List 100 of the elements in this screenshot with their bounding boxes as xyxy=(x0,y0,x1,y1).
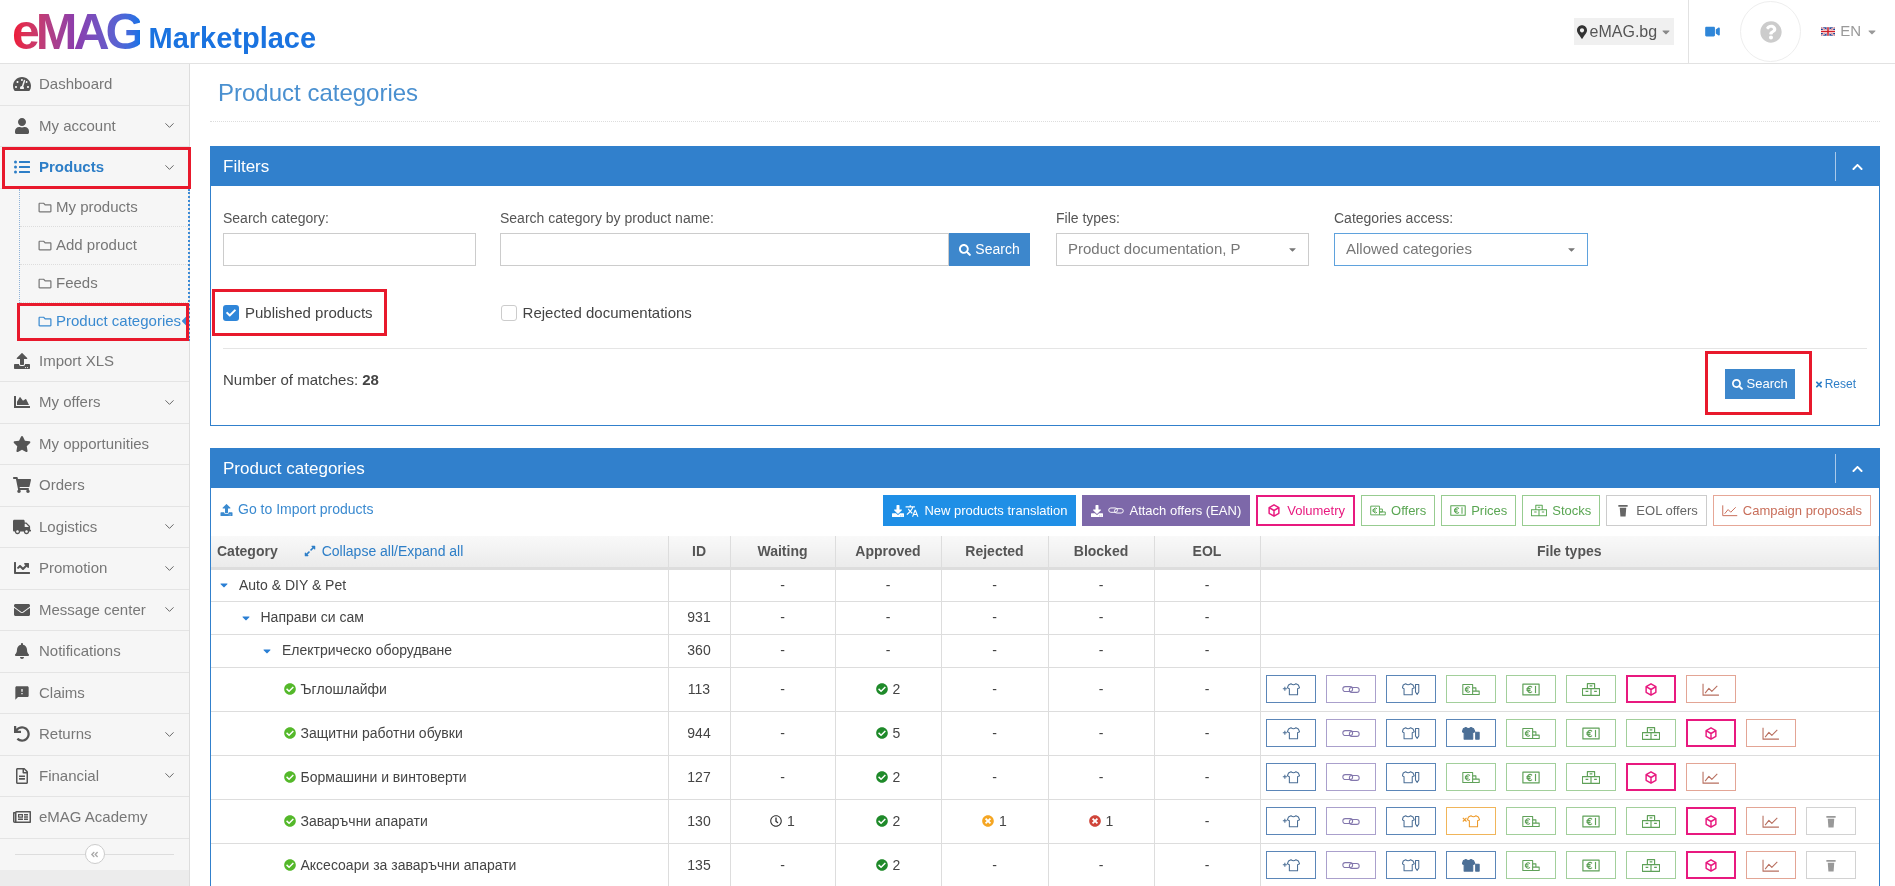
select-field[interactable]: Allowed categories xyxy=(1334,233,1588,266)
check-icon xyxy=(226,308,236,318)
sidebar-item[interactable]: Products xyxy=(0,147,189,189)
action-button[interactable]: Volumetry xyxy=(1256,495,1356,526)
file-type-button[interactable] xyxy=(1385,763,1436,791)
action-button[interactable]: Campaign proposals xyxy=(1712,495,1871,526)
file-type-button[interactable] xyxy=(1445,763,1496,791)
collapse-sidebar-button[interactable] xyxy=(84,844,105,864)
action-button[interactable]: Prices xyxy=(1441,495,1517,526)
search-button[interactable]: Search xyxy=(949,233,1030,266)
sidebar-item[interactable]: Import XLS xyxy=(0,340,189,382)
alert-comment-icon xyxy=(13,684,31,701)
action-button[interactable]: Stocks xyxy=(1522,495,1601,526)
sidebar-subitem[interactable]: Product categories xyxy=(20,302,188,341)
action-button[interactable]: New products translation xyxy=(883,495,1077,526)
cell-value: - xyxy=(1204,679,1210,699)
action-button[interactable]: EOL offers xyxy=(1606,495,1707,526)
sidebar-item[interactable]: Dashboard xyxy=(0,64,189,106)
sidebar-item[interactable]: Orders xyxy=(0,465,189,507)
language-selector[interactable]: EN xyxy=(1821,20,1877,43)
file-type-button[interactable] xyxy=(1565,675,1616,703)
video-camera-icon[interactable] xyxy=(1704,25,1722,38)
sidebar-item[interactable]: My account xyxy=(0,105,189,147)
file-type-button[interactable] xyxy=(1385,807,1436,835)
file-type-button[interactable] xyxy=(1325,763,1376,791)
sidebar-item[interactable]: Claims xyxy=(0,672,189,714)
cell-value: - xyxy=(1098,575,1104,595)
import-link[interactable]: Go to Import products xyxy=(220,499,374,520)
file-type-button[interactable] xyxy=(1325,807,1376,835)
sidebar-item[interactable]: Notifications xyxy=(0,631,189,673)
cell-value: - xyxy=(1204,811,1210,831)
file-type-button[interactable] xyxy=(1565,763,1616,791)
file-type-button[interactable] xyxy=(1745,851,1796,879)
site-selector[interactable]: eMAG.bg xyxy=(1573,18,1675,45)
file-type-button[interactable] xyxy=(1265,763,1316,791)
file-type-button[interactable] xyxy=(1685,763,1736,791)
sidebar-item[interactable]: Logistics xyxy=(0,506,189,548)
file-type-button[interactable] xyxy=(1445,675,1496,703)
sidebar-item[interactable]: Promotion xyxy=(0,548,189,590)
file-type-button[interactable] xyxy=(1325,675,1376,703)
matches-count: Number of matches: 28 xyxy=(223,369,379,390)
reset-link[interactable]: Reset xyxy=(1814,375,1856,393)
file-type-button[interactable] xyxy=(1565,807,1616,835)
envelope-icon xyxy=(13,601,31,618)
file-type-button[interactable] xyxy=(1505,675,1556,703)
field-label: Categories access: xyxy=(1334,209,1455,227)
file-type-button[interactable] xyxy=(1265,719,1316,747)
text-field[interactable] xyxy=(223,233,476,266)
sidebar-subitem[interactable]: Add product xyxy=(20,226,188,265)
file-type-button[interactable] xyxy=(1625,851,1676,879)
sidebar-subitem[interactable]: My products xyxy=(20,188,188,227)
collapse-expand-link[interactable]: Collapse all/Expand all xyxy=(303,540,464,562)
file-type-button[interactable] xyxy=(1445,851,1496,879)
file-type-button[interactable] xyxy=(1385,675,1436,703)
file-type-button[interactable] xyxy=(1745,719,1796,747)
file-type-button[interactable] xyxy=(1445,719,1496,747)
file-type-button[interactable] xyxy=(1265,675,1316,703)
search-button[interactable]: Search xyxy=(1724,369,1795,399)
file-type-button[interactable] xyxy=(1265,851,1316,879)
file-type-button[interactable] xyxy=(1685,851,1736,879)
file-type-button[interactable] xyxy=(1625,807,1676,835)
checkbox[interactable] xyxy=(500,305,517,321)
file-type-button[interactable] xyxy=(1385,719,1436,747)
file-type-button[interactable] xyxy=(1745,807,1796,835)
sidebar-item[interactable]: eMAG Academy xyxy=(0,797,189,839)
action-button[interactable]: Attach offers (EAN) xyxy=(1082,495,1251,526)
file-type-button[interactable] xyxy=(1565,851,1616,879)
file-type-button[interactable] xyxy=(1325,719,1376,747)
file-type-button[interactable] xyxy=(1625,763,1676,791)
sidebar-item[interactable]: Financial xyxy=(0,755,189,797)
field-label: Search category: xyxy=(223,209,330,227)
select-field[interactable]: Product documentation, P xyxy=(1056,233,1309,266)
file-type-button[interactable] xyxy=(1565,719,1616,747)
file-type-button[interactable] xyxy=(1685,675,1736,703)
cell-value: - xyxy=(1204,767,1210,787)
cell-value: - xyxy=(1098,855,1104,875)
checkbox[interactable] xyxy=(223,305,239,321)
banknote-boxes-icon xyxy=(1521,726,1540,740)
sidebar-item[interactable]: Returns xyxy=(0,714,189,756)
cell-value: - xyxy=(1204,608,1210,627)
file-type-button[interactable] xyxy=(1325,851,1376,879)
file-type-button[interactable] xyxy=(1265,807,1316,835)
action-button[interactable]: Offers xyxy=(1361,495,1436,526)
search-field[interactable] xyxy=(500,233,949,266)
sidebar-subitem[interactable]: Feeds xyxy=(20,264,188,303)
field-label: File types: xyxy=(1056,209,1121,227)
sidebar-item[interactable]: Message center xyxy=(0,589,189,631)
file-type-button[interactable] xyxy=(1505,763,1556,791)
checkbox-option[interactable]: Rejected documentations xyxy=(500,301,692,325)
file-type-button[interactable] xyxy=(1625,719,1676,747)
file-type-button[interactable] xyxy=(1625,675,1676,703)
file-type-button[interactable] xyxy=(1685,807,1736,835)
sidebar-item[interactable]: My offers xyxy=(0,382,189,424)
sidebar-item[interactable]: My opportunities xyxy=(0,423,189,465)
file-type-button[interactable] xyxy=(1505,807,1556,835)
file-type-button[interactable] xyxy=(1385,851,1436,879)
file-type-button[interactable] xyxy=(1505,851,1556,879)
file-type-button[interactable] xyxy=(1685,719,1736,747)
file-type-button[interactable] xyxy=(1505,719,1556,747)
checkbox-option[interactable]: Published products xyxy=(223,301,373,325)
